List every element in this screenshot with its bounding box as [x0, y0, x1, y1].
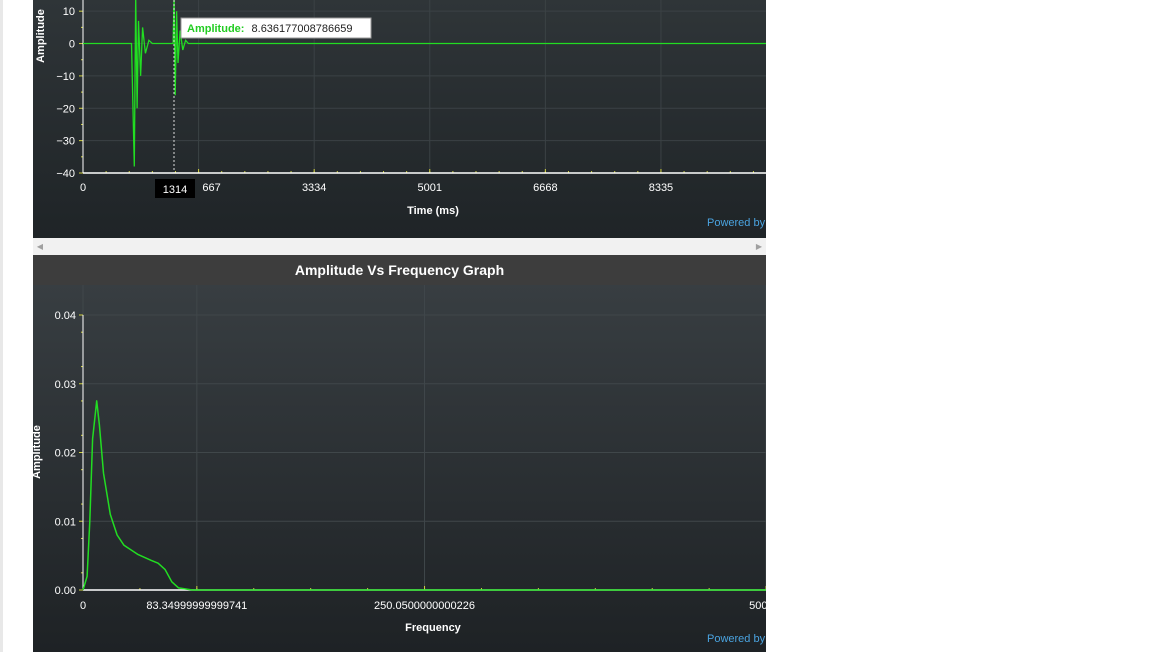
x-tick-label: 0	[80, 600, 86, 612]
tooltip-value: 8.636177008786659	[252, 23, 353, 35]
powered-by-link-top[interactable]: Powered by	[707, 217, 765, 229]
bottom-chart-x-tick-labels: 0 83.34999999999741 250.0500000000226 500.0…	[80, 600, 766, 612]
amplitude-frequency-chart-panel: Amplitude Vs Frequency Graph 0.04 0.03 0.0…	[33, 255, 766, 652]
left-edge-strip	[0, 0, 3, 652]
y-tick-label: −20	[56, 103, 75, 115]
x-tick-label: 250.0500000000226	[374, 600, 475, 612]
powered-by-link-bottom[interactable]: Powered by	[707, 633, 765, 645]
amplitude-time-chart: 10 0 −10 −20 −30 −40 0 667 3334 5001 6668 8335 Amp…	[35, 0, 766, 217]
scroll-left-arrow-icon[interactable]: ◀	[33, 238, 47, 255]
scroll-right-arrow-icon[interactable]: ▶	[752, 238, 766, 255]
bottom-chart-x-axis-title: Frequency	[405, 622, 462, 634]
x-tick-label: 3334	[302, 182, 326, 194]
x-tick-label: 6668	[533, 182, 557, 194]
horizontal-scrollbar[interactable]: ◀ ▶	[33, 238, 766, 255]
bottom-chart-y-tick-labels: 0.04 0.03 0.02 0.01 0.00	[55, 310, 76, 597]
y-tick-label: −40	[56, 168, 75, 180]
top-chart-y-tick-labels: 10 0 −10 −20 −30 −40	[56, 6, 75, 180]
y-tick-label: 10	[63, 6, 75, 18]
y-tick-label: 0.03	[55, 379, 76, 391]
top-chart-y-axis-title: Amplitude	[35, 9, 47, 63]
scrollbar-track[interactable]	[47, 240, 752, 253]
tooltip-label: Amplitude:	[187, 23, 244, 35]
bottom-chart-y-axis-title: Amplitude	[33, 425, 43, 479]
y-tick-label: 0.00	[55, 585, 76, 597]
bottom-chart-grid	[82, 285, 766, 591]
amplitude-frequency-chart: 0.04 0.03 0.02 0.01 0.00 0 83.34999999999741 2…	[33, 285, 766, 634]
x-tick-label: 5001	[418, 182, 442, 194]
y-tick-label: −30	[56, 136, 75, 148]
y-tick-label: 0.02	[55, 448, 76, 460]
y-tick-label: −10	[56, 71, 75, 83]
x-tick-label: 8335	[649, 182, 673, 194]
x-tick-label: 667	[202, 182, 220, 194]
x-tick-label: 0	[80, 182, 86, 194]
x-tick-label: 500.05	[749, 600, 766, 612]
x-tick-label: 83.34999999999741	[146, 600, 247, 612]
top-chart-x-axis-title: Time (ms)	[407, 205, 459, 217]
y-tick-label: 0.01	[55, 516, 76, 528]
amplitude-time-chart-panel: 10 0 −10 −20 −30 −40 0 667 3334 5001 6668 8335 Amp…	[33, 0, 766, 238]
y-tick-label: 0.04	[55, 310, 76, 322]
y-tick-label: 0	[69, 39, 75, 51]
tooltip: Amplitude: 8.636177008786659	[180, 17, 372, 39]
crosshair-x-label: 1314	[163, 184, 187, 196]
svg-text:Amplitude: 8.636177008: Amplitude: 8.636177008786659	[187, 23, 352, 35]
